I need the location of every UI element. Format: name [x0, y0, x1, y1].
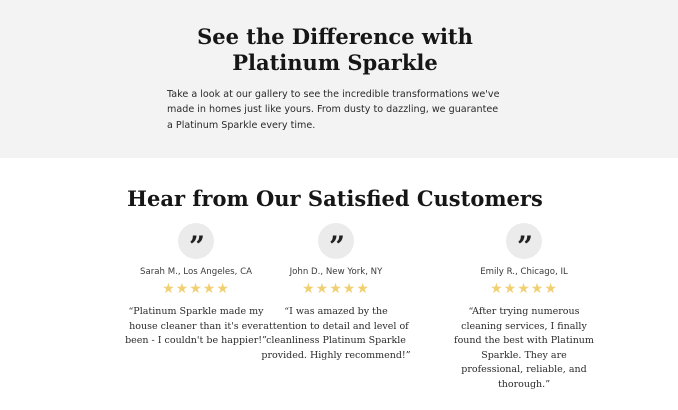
- quote-icon: ”: [178, 223, 214, 261]
- gallery-description: Take a look at our gallery to see the in…: [167, 89, 500, 131]
- testimonials-title: Hear from Our Satisfied Customers: [127, 186, 543, 211]
- reviewer-name: John D., New York, NY: [289, 267, 383, 277]
- quote-icon: ”: [318, 223, 354, 261]
- gallery-section: See the Difference with Platinum Sparkle…: [0, 0, 678, 158]
- reviewer-name: Emily R., Chicago, IL: [480, 267, 568, 277]
- testimonial-text: “After trying numerous cleaning services…: [454, 306, 594, 390]
- quote-icon: ”: [506, 223, 542, 261]
- testimonial-text: “I was amazed by the attention to detail…: [261, 306, 411, 361]
- gallery-title: See the Difference with Platinum Sparkle: [197, 24, 473, 75]
- star-rating: ★★★★★: [490, 281, 558, 297]
- testimonial-card: ” Emily R., Chicago, IL ★★★★★ “After try…: [434, 223, 614, 393]
- star-rating: ★★★★★: [302, 281, 370, 297]
- testimonial-card: ” John D., New York, NY ★★★★★ “I was ama…: [246, 223, 426, 363]
